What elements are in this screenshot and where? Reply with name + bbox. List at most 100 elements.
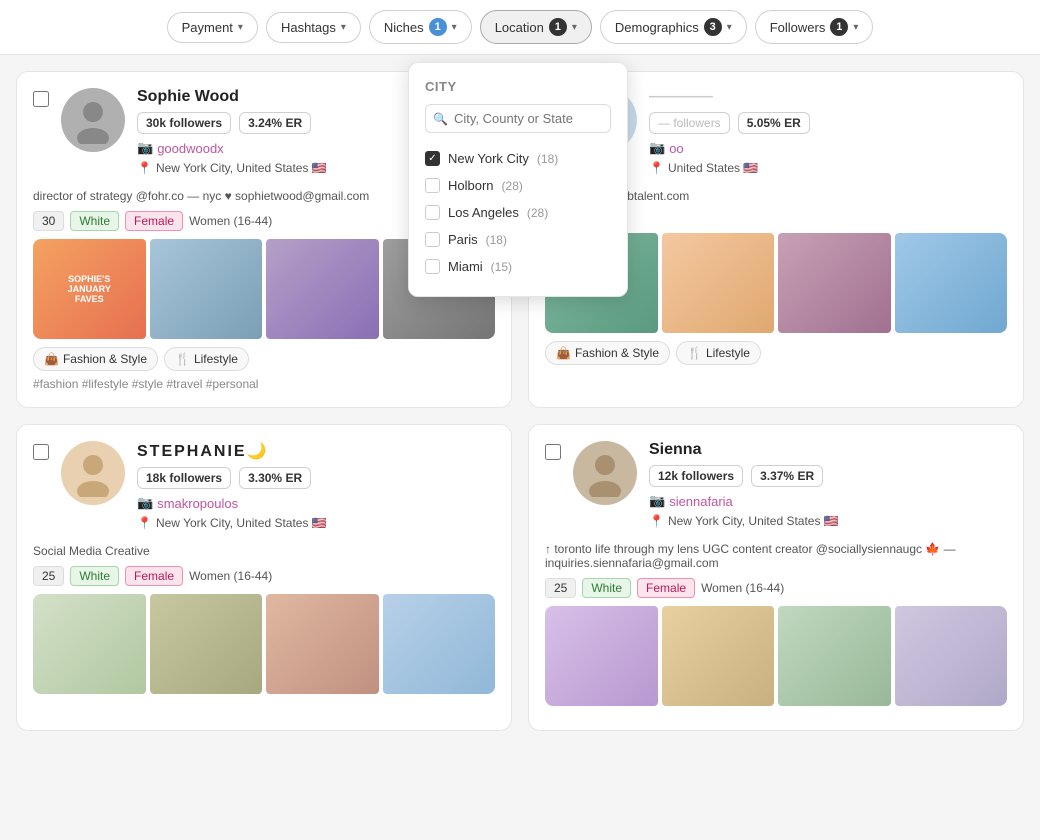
niches-badge: 1 — [429, 18, 447, 36]
niches-chevron: ▾ — [452, 22, 457, 33]
city-checkbox-0[interactable] — [425, 151, 440, 166]
post-image-6 — [662, 233, 775, 333]
card-select-checkbox[interactable] — [33, 91, 49, 107]
stats-row-4: 12k followers 3.37% ER — [649, 465, 1007, 487]
post-image-2 — [150, 239, 263, 339]
post-image-1: SOPHIE'SJANUARYFAVES — [33, 239, 146, 339]
city-checkbox-2[interactable] — [425, 205, 440, 220]
city-search-input[interactable] — [425, 104, 611, 133]
payment-label: Payment — [182, 20, 233, 35]
city-option-2[interactable]: Los Angeles (28) — [425, 199, 611, 226]
city-option-1[interactable]: Holborn (28) — [425, 172, 611, 199]
city-count-0: (18) — [537, 152, 558, 166]
niches-label: Niches — [384, 20, 424, 35]
ethnicity-tag-3: White — [70, 566, 119, 586]
image-grid-3 — [33, 594, 495, 694]
city-name-0: New York City — [448, 151, 529, 166]
gender-tag-3: Female — [125, 566, 183, 586]
age-tag: 30 — [33, 211, 64, 231]
ethnicity-tag-4: White — [582, 578, 631, 598]
city-checkbox-1[interactable] — [425, 178, 440, 193]
followers-filter[interactable]: Followers 1 ▾ — [755, 10, 874, 44]
card-sienna: Sienna 12k followers 3.37% ER 📷 siennafa… — [528, 424, 1024, 731]
ethnicity-tag: White — [70, 211, 119, 231]
tags-row-4: 25 White Female Women (16-44) — [545, 578, 1007, 598]
instagram-handle-4[interactable]: 📷 siennafaria — [649, 493, 1007, 509]
post-image-14 — [662, 606, 775, 706]
audience-tag: Women (16-44) — [189, 214, 272, 228]
main-content: Sophie Wood 30k followers 3.24% ER 📷 goo… — [0, 55, 1040, 747]
post-image-3 — [266, 239, 379, 339]
location-text-2: 📍 United States 🇺🇸 — [649, 161, 1007, 175]
city-name-1: Holborn — [448, 178, 494, 193]
demographics-badge: 3 — [704, 18, 722, 36]
instagram-handle-2[interactable]: 📷 oo — [649, 140, 1007, 156]
bio-text-3: Social Media Creative — [33, 544, 495, 558]
ig-icon-3: 📷 — [137, 495, 153, 511]
hashtags-label: Hashtags — [281, 20, 336, 35]
card-header-3: STEPHANIE🌙 18k followers 3.30% ER 📷 smak… — [33, 441, 495, 534]
payment-chevron: ▾ — [238, 22, 243, 33]
instagram-handle-3[interactable]: 📷 smakropoulos — [137, 495, 495, 511]
card-info-3: STEPHANIE🌙 18k followers 3.30% ER 📷 smak… — [137, 441, 495, 534]
fork-icon-2: 🍴 — [687, 346, 702, 360]
followers-badge-4: 12k followers — [649, 465, 743, 487]
tags-row-3: 25 White Female Women (16-44) — [33, 566, 495, 586]
avatar-4 — [573, 441, 637, 505]
niches-filter[interactable]: Niches 1 ▾ — [369, 10, 472, 44]
followers-badge-3: 18k followers — [137, 467, 231, 489]
card-stephanie: STEPHANIE🌙 18k followers 3.30% ER 📷 smak… — [16, 424, 512, 731]
card-3-name: STEPHANIE🌙 — [137, 441, 495, 461]
niche-lifestyle-2: 🍴 Lifestyle — [676, 341, 761, 365]
city-count-2: (28) — [527, 206, 548, 220]
followers-label: Followers — [770, 20, 826, 35]
er-badge-card: 3.24% ER — [239, 112, 311, 134]
card-3-checkbox[interactable] — [33, 444, 49, 460]
followers-chevron: ▾ — [853, 22, 858, 33]
demographics-filter[interactable]: Demographics 3 ▾ — [600, 10, 747, 44]
card-4-checkbox[interactable] — [545, 444, 561, 460]
dropdown-title: City — [425, 79, 611, 94]
post-image-10 — [150, 594, 263, 694]
post-image-7 — [778, 233, 891, 333]
city-search-wrapper: 🔍 — [425, 104, 611, 133]
avatar-3 — [61, 441, 125, 505]
age-tag-4: 25 — [545, 578, 576, 598]
search-icon: 🔍 — [433, 112, 448, 126]
post-image-9 — [33, 594, 146, 694]
er-badge-4: 3.37% ER — [751, 465, 823, 487]
pin-icon-2: 📍 — [649, 161, 664, 175]
city-dropdown: City 🔍 New York City (18)Holborn (28)Los… — [408, 62, 628, 297]
hashtags-filter[interactable]: Hashtags ▾ — [266, 12, 361, 43]
stats-row-3: 18k followers 3.30% ER — [137, 467, 495, 489]
city-option-0[interactable]: New York City (18) — [425, 145, 611, 172]
niches-row: 👜 Fashion & Style 🍴 Lifestyle — [33, 347, 495, 371]
audience-tag-4: Women (16-44) — [701, 581, 784, 595]
card-4-name: Sienna — [649, 441, 1007, 459]
pin-icon-3: 📍 — [137, 516, 152, 530]
city-option-3[interactable]: Paris (18) — [425, 226, 611, 253]
niche-fashion: 👜 Fashion & Style — [33, 347, 158, 371]
post-image-15 — [778, 606, 891, 706]
city-name-3: Paris — [448, 232, 478, 247]
niches-row-2: 👜 Fashion & Style 🍴 Lifestyle — [545, 341, 1007, 365]
city-option-4[interactable]: Miami (15) — [425, 253, 611, 280]
post-image-12 — [383, 594, 496, 694]
pin-icon: 📍 — [137, 161, 152, 175]
fork-icon: 🍴 — [175, 352, 190, 366]
location-text-4: 📍 New York City, United States 🇺🇸 — [649, 514, 1007, 528]
post-image-16 — [895, 606, 1008, 706]
location-filter[interactable]: Location 1 ▾ — [480, 10, 592, 44]
payment-filter[interactable]: Payment ▾ — [167, 12, 258, 43]
location-badge: 1 — [549, 18, 567, 36]
hashtags-text: #fashion #lifestyle #style #travel #pers… — [33, 377, 495, 391]
city-name-4: Miami — [448, 259, 483, 274]
gender-tag: Female — [125, 211, 183, 231]
card-2: ———— — followers 5.05% ER 📷 oo 📍 United … — [528, 71, 1024, 408]
location-label: Location — [495, 20, 544, 35]
er-badge-3: 3.30% ER — [239, 467, 311, 489]
stats-row-2: — followers 5.05% ER — [649, 112, 1007, 134]
city-checkbox-3[interactable] — [425, 232, 440, 247]
city-checkbox-4[interactable] — [425, 259, 440, 274]
followers-badge-card: 30k followers — [137, 112, 231, 134]
